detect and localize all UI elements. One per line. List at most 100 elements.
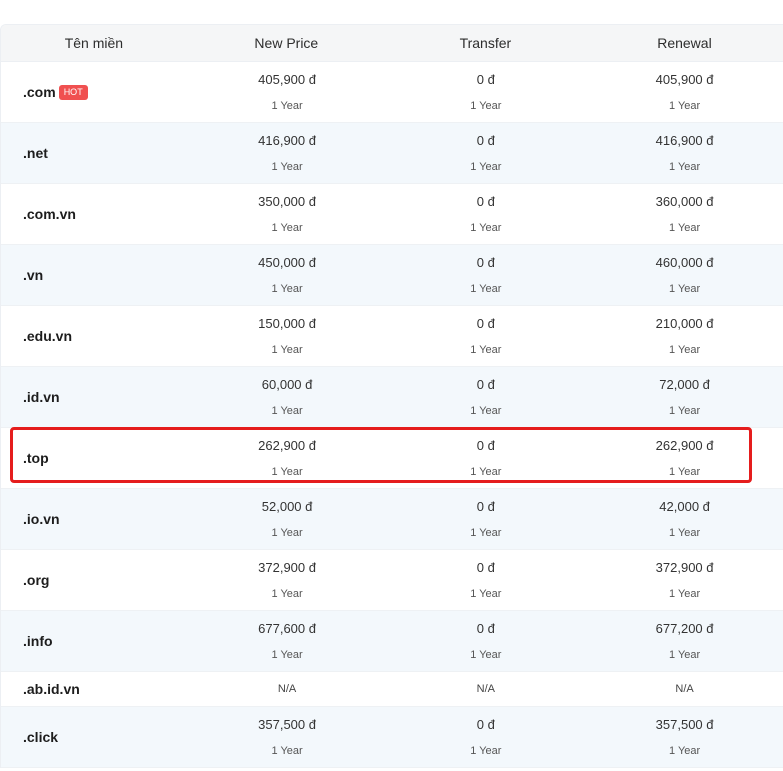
- new-price-cell: 60,000 đ 1 Year: [188, 377, 387, 418]
- renewal-price: 262,900 đ: [655, 437, 714, 453]
- new-price: 677,600 đ: [258, 620, 316, 636]
- transfer-price: 0 đ: [476, 498, 495, 514]
- new-price-cell: 350,000 đ 1 Year: [188, 194, 387, 235]
- table-row: .edu.vn 150,000 đ 1 Year 0 đ 1 Year 210,00…: [1, 306, 783, 367]
- new-price-cell: 677,600 đ 1 Year: [188, 621, 387, 662]
- transfer-cell: 0 đ 1 Year: [386, 717, 585, 758]
- transfer-price: 0 đ: [476, 71, 495, 87]
- transfer-period: 1 Year: [470, 744, 502, 757]
- renewal-period: 1 Year: [669, 744, 701, 757]
- renewal-price: 210,000 đ: [655, 315, 714, 331]
- transfer-cell: 0 đ 1 Year: [386, 194, 585, 235]
- renewal-cell: 42,000 đ 1 Year: [585, 499, 783, 540]
- new-price-cell: N/A: [188, 683, 387, 695]
- table-row: .info 677,600 đ 1 Year 0 đ 1 Year 677,200 …: [1, 611, 783, 672]
- new-period: 1 Year: [271, 404, 303, 417]
- renewal-price: 42,000 đ: [659, 498, 710, 514]
- renewal-period: 1 Year: [669, 282, 701, 295]
- renewal-cell: 360,000 đ 1 Year: [585, 194, 783, 235]
- table-row: .id.vn 60,000 đ 1 Year 0 đ 1 Year 72,000 đ…: [1, 367, 783, 428]
- table-body: .com HOT 405,900 đ 1 Year 0 đ 1 Year 405,9…: [1, 62, 783, 768]
- transfer-na: N/A: [476, 683, 495, 695]
- transfer-cell: N/A: [386, 683, 585, 695]
- new-price: 60,000 đ: [261, 376, 313, 392]
- transfer-cell: 0 đ 1 Year: [386, 560, 585, 601]
- domain-name: .info: [23, 633, 53, 649]
- transfer-cell: 0 đ 1 Year: [386, 621, 585, 662]
- new-price: 372,900 đ: [258, 559, 316, 575]
- transfer-cell: 0 đ 1 Year: [386, 377, 585, 418]
- domain-name: .org: [23, 572, 50, 588]
- transfer-price: 0 đ: [476, 254, 495, 270]
- new-period: 1 Year: [271, 744, 303, 757]
- renewal-price: 405,900 đ: [655, 71, 714, 87]
- domain-name: .com.vn: [23, 206, 76, 222]
- new-period: 1 Year: [271, 99, 303, 112]
- new-period: 1 Year: [271, 343, 303, 356]
- new-price-na: N/A: [277, 683, 297, 695]
- renewal-cell: 677,200 đ 1 Year: [585, 621, 783, 662]
- new-price: 357,500 đ: [258, 716, 316, 732]
- table-row: .click 357,500 đ 1 Year 0 đ 1 Year 357,500…: [1, 707, 783, 768]
- table-row: .io.vn 52,000 đ 1 Year 0 đ 1 Year 42,000 đ…: [1, 489, 783, 550]
- domain-cell: .com HOT: [1, 84, 188, 100]
- renewal-cell: 72,000 đ 1 Year: [585, 377, 783, 418]
- new-price: 262,900 đ: [258, 437, 316, 453]
- renewal-period: 1 Year: [669, 221, 701, 234]
- new-price: 405,900 đ: [258, 71, 316, 87]
- table-row: .com HOT 405,900 đ 1 Year 0 đ 1 Year 405,9…: [1, 62, 783, 123]
- transfer-price: 0 đ: [476, 437, 495, 453]
- table-row: .ab.id.vn N/A N/A N/A: [1, 672, 783, 707]
- new-period: 1 Year: [271, 648, 303, 661]
- transfer-cell: 0 đ 1 Year: [386, 72, 585, 113]
- renewal-cell: N/A: [585, 683, 783, 695]
- new-price-cell: 262,900 đ 1 Year: [188, 438, 387, 479]
- new-price: 416,900 đ: [258, 132, 316, 148]
- transfer-price: 0 đ: [476, 193, 495, 209]
- transfer-cell: 0 đ 1 Year: [386, 316, 585, 357]
- renewal-price: 372,900 đ: [655, 559, 714, 575]
- table-row: .vn 450,000 đ 1 Year 0 đ 1 Year 460,000 đ 1…: [1, 245, 783, 306]
- new-price-cell: 416,900 đ 1 Year: [188, 133, 387, 174]
- new-price: 150,000 đ: [258, 315, 316, 331]
- renewal-price: 360,000 đ: [655, 193, 714, 209]
- transfer-price: 0 đ: [476, 376, 495, 392]
- renewal-cell: 416,900 đ 1 Year: [585, 133, 783, 174]
- transfer-period: 1 Year: [470, 282, 502, 295]
- table-row: .net 416,900 đ 1 Year 0 đ 1 Year 416,900 đ…: [1, 123, 783, 184]
- new-price-cell: 450,000 đ 1 Year: [188, 255, 387, 296]
- table-row: .com.vn 350,000 đ 1 Year 0 đ 1 Year 360,00…: [1, 184, 783, 245]
- renewal-cell: 262,900 đ 1 Year: [585, 438, 783, 479]
- new-price-cell: 372,900 đ 1 Year: [188, 560, 387, 601]
- new-period: 1 Year: [271, 221, 303, 234]
- transfer-price: 0 đ: [476, 132, 495, 148]
- domain-name: .edu.vn: [23, 328, 73, 344]
- transfer-cell: 0 đ 1 Year: [386, 255, 585, 296]
- transfer-cell: 0 đ 1 Year: [386, 133, 585, 174]
- domain-name: .top: [23, 450, 49, 466]
- table-header: Tên miền New Price Transfer Renewal: [1, 25, 783, 62]
- new-period: 1 Year: [271, 587, 303, 600]
- renewal-period: 1 Year: [669, 404, 701, 417]
- renewal-cell: 405,900 đ 1 Year: [585, 72, 783, 113]
- table-row-highlighted: .top 262,900 đ 1 Year 0 đ 1 Year 262,900 đ…: [1, 428, 783, 489]
- renewal-price: 677,200 đ: [655, 620, 714, 636]
- new-price: 350,000 đ: [258, 193, 316, 209]
- renewal-price: 357,500 đ: [655, 716, 714, 732]
- new-period: 1 Year: [271, 282, 303, 295]
- transfer-period: 1 Year: [470, 221, 502, 234]
- transfer-cell: 0 đ 1 Year: [386, 438, 585, 479]
- renewal-price: 72,000 đ: [659, 376, 710, 392]
- new-price: 52,000 đ: [261, 498, 313, 514]
- renewal-period: 1 Year: [669, 587, 701, 600]
- renewal-period: 1 Year: [669, 526, 701, 539]
- renewal-cell: 210,000 đ 1 Year: [585, 316, 783, 357]
- domain-name: .click: [23, 729, 59, 745]
- renewal-na: N/A: [675, 683, 694, 695]
- new-price-cell: 150,000 đ 1 Year: [188, 316, 387, 357]
- header-transfer: Transfer: [459, 35, 512, 51]
- renewal-period: 1 Year: [669, 343, 701, 356]
- new-price-cell: 405,900 đ 1 Year: [188, 72, 387, 113]
- header-domain: Tên miền: [64, 35, 124, 51]
- domain-name: .vn: [23, 267, 44, 283]
